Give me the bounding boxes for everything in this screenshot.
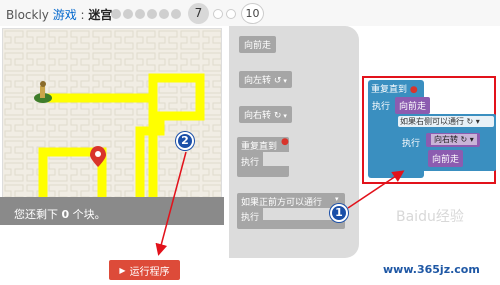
callout-arrow-2 xyxy=(155,151,187,256)
callout-badge-1: 1 xyxy=(330,204,348,222)
callout-arrows xyxy=(155,151,405,256)
callout-arrow-1 xyxy=(347,170,405,209)
callout-badge-2: 2 xyxy=(176,132,194,150)
watermark: Baidu经验 xyxy=(396,209,464,225)
site-url: www.365jz.com xyxy=(383,263,480,276)
